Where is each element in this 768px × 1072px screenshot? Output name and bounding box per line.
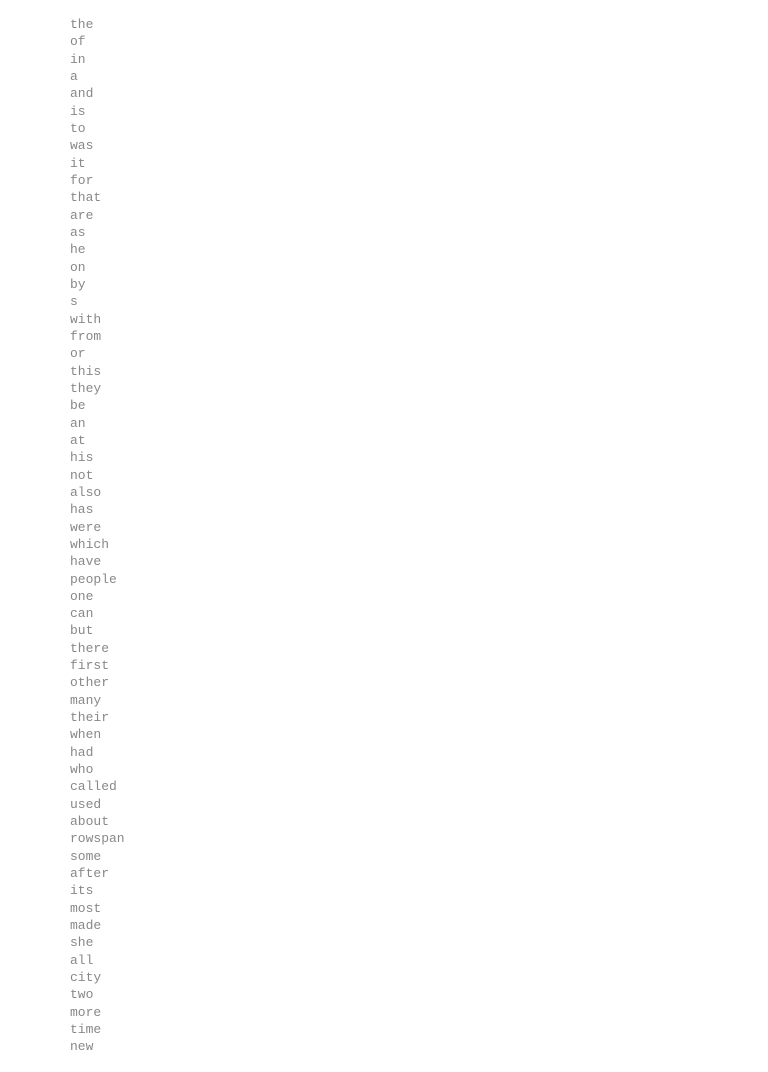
list-item: rowspan — [70, 830, 768, 847]
list-item: also — [70, 484, 768, 501]
list-item: used — [70, 796, 768, 813]
list-item: who — [70, 761, 768, 778]
list-item: first — [70, 657, 768, 674]
list-item: their — [70, 709, 768, 726]
list-item: which — [70, 536, 768, 553]
list-item: on — [70, 259, 768, 276]
list-item: people — [70, 571, 768, 588]
list-item: of — [70, 33, 768, 50]
list-item: s — [70, 293, 768, 310]
list-item: its — [70, 882, 768, 899]
list-item: most — [70, 900, 768, 917]
list-item: can — [70, 605, 768, 622]
list-item: they — [70, 380, 768, 397]
list-item: from — [70, 328, 768, 345]
list-item: is — [70, 103, 768, 120]
list-item: more — [70, 1004, 768, 1021]
list-item: all — [70, 952, 768, 969]
list-item: two — [70, 986, 768, 1003]
list-item: are — [70, 207, 768, 224]
list-item: this — [70, 363, 768, 380]
list-item: after — [70, 865, 768, 882]
list-item: in — [70, 51, 768, 68]
list-item: be — [70, 397, 768, 414]
list-item: to — [70, 120, 768, 137]
list-item: new — [70, 1038, 768, 1055]
list-item: at — [70, 432, 768, 449]
list-item: there — [70, 640, 768, 657]
word-list: theofinaandistowasitforthatareasheonbysw… — [70, 16, 768, 1056]
list-item: one — [70, 588, 768, 605]
list-item: she — [70, 934, 768, 951]
list-item: he — [70, 241, 768, 258]
list-item: by — [70, 276, 768, 293]
list-item: was — [70, 137, 768, 154]
list-item: his — [70, 449, 768, 466]
list-item: with — [70, 311, 768, 328]
list-item: were — [70, 519, 768, 536]
list-item: the — [70, 16, 768, 33]
list-item: for — [70, 172, 768, 189]
list-item: or — [70, 345, 768, 362]
list-item: other — [70, 674, 768, 691]
list-item: but — [70, 622, 768, 639]
list-item: and — [70, 85, 768, 102]
list-item: some — [70, 848, 768, 865]
list-item: many — [70, 692, 768, 709]
list-item: that — [70, 189, 768, 206]
list-item: city — [70, 969, 768, 986]
list-item: had — [70, 744, 768, 761]
list-item: called — [70, 778, 768, 795]
list-item: about — [70, 813, 768, 830]
list-item: it — [70, 155, 768, 172]
list-item: when — [70, 726, 768, 743]
list-item: a — [70, 68, 768, 85]
list-item: not — [70, 467, 768, 484]
list-item: as — [70, 224, 768, 241]
list-item: an — [70, 415, 768, 432]
list-item: made — [70, 917, 768, 934]
list-item: has — [70, 501, 768, 518]
list-item: have — [70, 553, 768, 570]
